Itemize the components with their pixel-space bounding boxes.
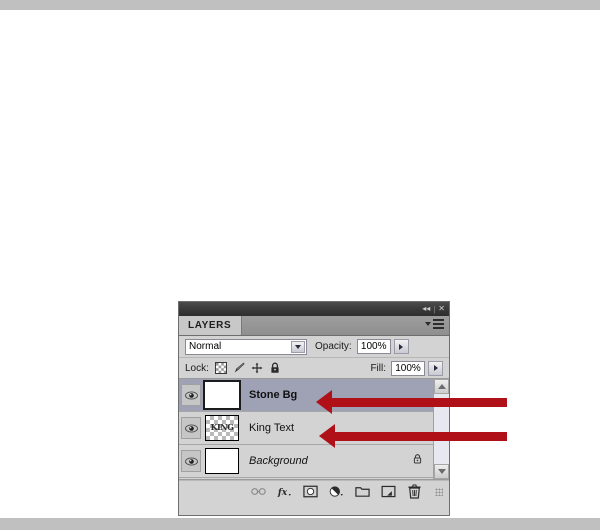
lock-image-pixels-icon[interactable] — [233, 362, 245, 374]
table-row[interactable]: Background — [179, 445, 433, 478]
eye-icon — [184, 390, 198, 400]
opacity-input[interactable]: 100% — [356, 339, 391, 354]
top-chrome-bar — [0, 0, 600, 10]
close-icon[interactable]: ✕ — [438, 305, 445, 313]
fill-label: Fill: — [370, 362, 386, 374]
svg-text:fx: fx — [277, 487, 288, 498]
panel-body: Normal Opacity: 100% Lock: Fill: 100% St… — [179, 336, 449, 502]
layer-thumbnail[interactable] — [203, 380, 241, 410]
table-row[interactable]: Stone Bg — [179, 379, 433, 412]
blend-mode-row: Normal Opacity: 100% — [179, 336, 449, 358]
titlebar-separator: | — [433, 304, 436, 314]
lock-position-icon[interactable] — [251, 362, 263, 374]
blend-mode-value: Normal — [189, 341, 222, 352]
lock-all-icon[interactable] — [269, 362, 281, 374]
lock-row: Lock: Fill: 100% — [179, 358, 449, 379]
layer-visibility-toggle[interactable] — [181, 417, 201, 439]
panel-menu-icon[interactable] — [425, 319, 444, 329]
tab-layers-label: LAYERS — [188, 320, 232, 331]
lock-buttons-group — [214, 362, 281, 374]
lock-transparent-pixels-icon[interactable] — [214, 362, 227, 374]
arrow-pointing-to-king-text-layer — [319, 424, 507, 448]
fill-slider-button[interactable] — [428, 360, 443, 376]
eye-icon — [184, 423, 198, 433]
panel-tabstrip: LAYERS — [179, 316, 449, 336]
layer-thumbnail[interactable] — [205, 448, 239, 474]
collapse-to-icons-icon[interactable]: ◂◂ — [422, 305, 430, 313]
layer-visibility-toggle[interactable] — [181, 450, 201, 472]
tab-layers[interactable]: LAYERS — [179, 316, 243, 335]
layer-thumbnail[interactable]: KING — [205, 415, 239, 441]
vertical-scrollbar[interactable] — [433, 379, 449, 479]
adjustment-layer-icon[interactable] — [329, 484, 344, 499]
layer-visibility-toggle[interactable] — [181, 384, 201, 406]
layer-thumbnail-text: KING — [210, 422, 234, 432]
eye-icon — [184, 456, 198, 466]
padlock-icon — [412, 452, 423, 470]
panel-menu-lines-icon — [433, 319, 444, 329]
layer-name[interactable]: Background — [249, 455, 412, 467]
blend-mode-select[interactable]: Normal — [185, 338, 307, 355]
resize-grip-icon[interactable] — [435, 487, 443, 496]
fill-input[interactable]: 100% — [391, 360, 425, 376]
layer-style-fx-icon[interactable]: fx — [277, 484, 292, 499]
layers-panel: ◂◂ | ✕ LAYERS Normal Opacity: 100% Lock: — [178, 301, 450, 516]
arrow-pointing-to-stone-bg-layer — [316, 390, 507, 414]
layer-mask-icon[interactable] — [303, 484, 318, 499]
scroll-down-arrow-icon[interactable] — [434, 464, 449, 479]
panel-titlebar: ◂◂ | ✕ — [179, 302, 449, 316]
delete-layer-icon[interactable] — [407, 484, 422, 499]
opacity-slider-button[interactable] — [393, 339, 409, 354]
scroll-up-arrow-icon[interactable] — [434, 379, 449, 394]
layers-list: Stone Bg KING King Text Background — [179, 379, 449, 480]
chevron-down-icon[interactable] — [291, 340, 305, 353]
padlock-glyph — [413, 454, 422, 464]
link-layers-icon[interactable] — [251, 484, 266, 499]
new-group-icon[interactable] — [355, 484, 370, 499]
new-layer-icon[interactable] — [381, 484, 396, 499]
lock-label: Lock: — [185, 362, 209, 374]
panel-menu-caret-icon — [425, 322, 431, 326]
panel-footer-toolbar: fx — [179, 480, 449, 502]
opacity-label: Opacity: — [315, 341, 352, 352]
bottom-chrome-bar — [0, 518, 600, 530]
